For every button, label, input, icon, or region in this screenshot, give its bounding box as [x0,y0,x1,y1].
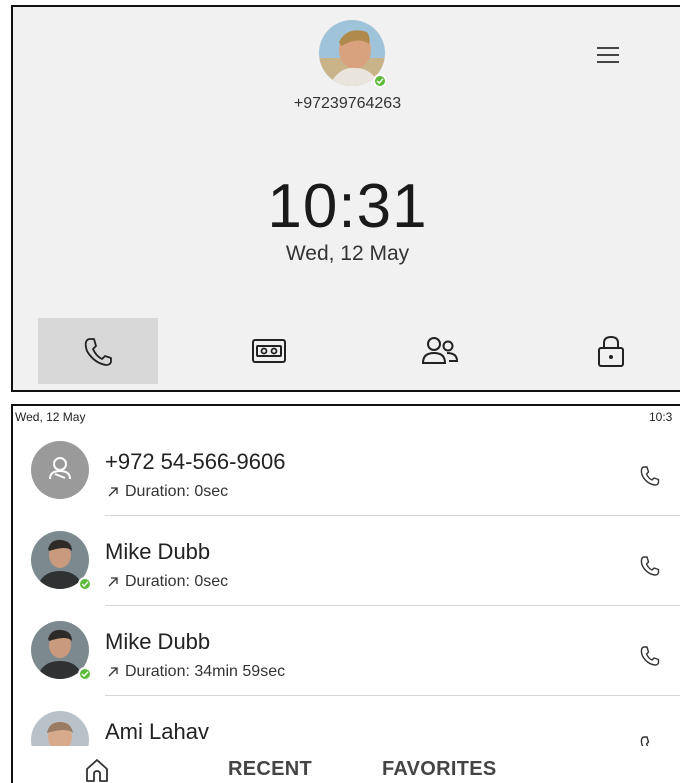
nav-phone-button[interactable] [38,318,158,384]
call-contact-name: Mike Dubb [105,629,211,654]
outgoing-call-arrow-icon [108,487,118,497]
call-list-item[interactable]: +972 54-566-9606 Duration: 0sec [13,426,680,516]
status-time: 10:3 [649,410,673,424]
bottom-tab-bar: RECENT FAVORITES [13,746,680,783]
call-contact-name: +972 54-566-9606 [105,449,286,474]
call-meta: Duration: 34min 59sec [107,663,285,681]
own-phone-number: +97239764263 [293,95,402,112]
lock-icon [598,335,624,367]
phone-icon [84,338,112,366]
outgoing-call-arrow-icon [108,667,118,677]
unknown-contact-icon [31,441,89,499]
recent-calls-screen: Wed, 12 May 10:3 +972 54-566-9606 Durati… [11,404,680,783]
call-back-phone-icon[interactable] [637,643,663,669]
contacts-icon [421,337,459,364]
call-back-phone-icon[interactable] [637,553,663,579]
contact-avatar [31,621,92,681]
home-nav-bar [13,318,680,384]
call-list-item[interactable]: Mike Dubb Duration: 34min 59sec [13,606,680,696]
call-meta: Duration: 0sec [107,483,228,501]
nav-voicemail-button[interactable] [209,318,329,384]
contact-avatar [31,531,92,591]
home-icon[interactable] [83,756,111,783]
hamburger-menu-icon[interactable] [597,44,619,66]
home-screen: +97239764263 10:31 Wed, 12 May [11,5,680,392]
call-duration: Duration: 0sec [125,483,229,500]
call-meta: Duration: 0sec [107,573,228,591]
presence-available-icon [78,577,92,591]
clock-date: Wed, 12 May [285,242,410,265]
call-list-item[interactable]: Mike Dubb Duration: 0sec [13,516,680,606]
outgoing-call-arrow-icon [108,577,118,587]
call-duration: Duration: 0sec [125,573,229,590]
tab-recent[interactable]: RECENT [228,758,312,781]
tab-favorites[interactable]: FAVORITES [382,758,497,781]
presence-available-icon [373,74,387,88]
clock-time: 10:31 [267,172,428,241]
contact-avatar [31,441,89,499]
call-duration: Duration: 34min 59sec [125,663,286,680]
nav-lock-button[interactable] [551,318,671,384]
status-date: Wed, 12 May [15,410,86,424]
call-contact-name: Mike Dubb [105,539,211,564]
nav-contacts-button[interactable] [380,318,500,384]
voicemail-icon [252,339,286,363]
status-bar: Wed, 12 May 10:3 [13,406,680,426]
user-avatar[interactable] [319,20,387,88]
presence-available-icon [78,667,92,681]
call-back-phone-icon[interactable] [637,463,663,489]
call-contact-name: Ami Lahav [105,719,209,744]
